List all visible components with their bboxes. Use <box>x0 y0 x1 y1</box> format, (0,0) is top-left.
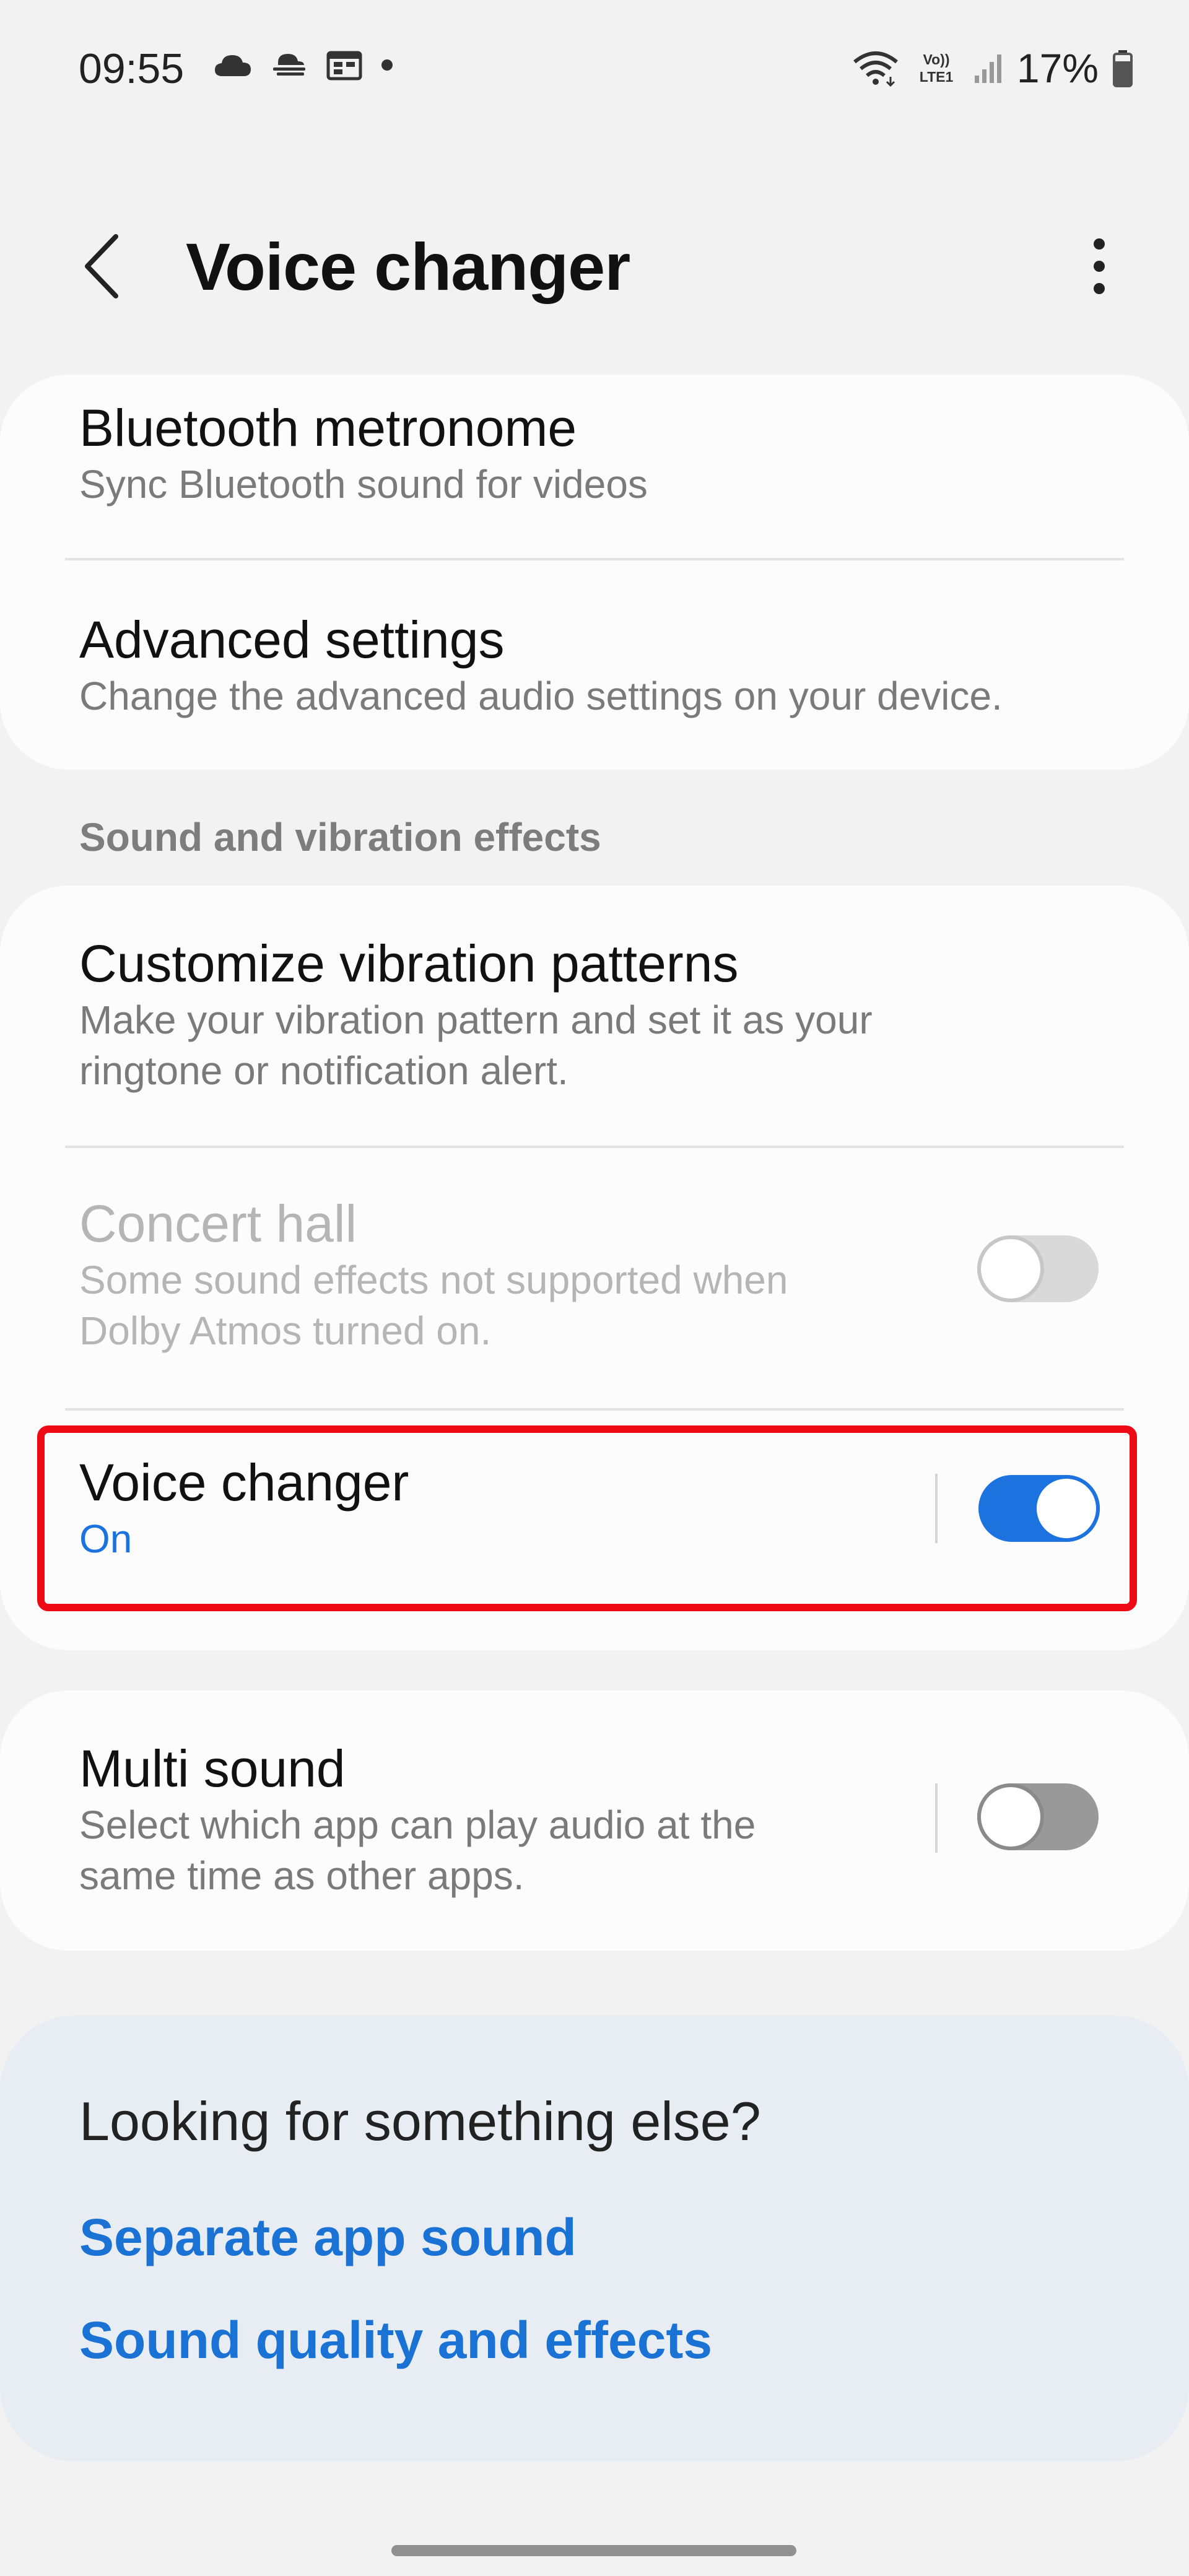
setting-advanced-settings[interactable]: Advanced settings Change the advanced au… <box>0 560 1189 770</box>
signal-icon <box>973 52 1003 84</box>
vertical-separator <box>935 1783 938 1853</box>
battery-icon <box>1112 49 1133 87</box>
setting-subtitle: Sync Bluetooth sound for videos <box>79 462 648 507</box>
page-title: Voice changer <box>186 229 630 304</box>
setting-title: Multi sound <box>79 1739 346 1798</box>
highlight-box <box>37 1425 1137 1611</box>
settings-card-general: Bluetooth metronome Sync Bluetooth sound… <box>0 375 1189 770</box>
link-sound-quality-effects[interactable]: Sound quality and effects <box>79 2310 712 2370</box>
calendar-icon <box>326 50 362 80</box>
setting-title: Customize vibration patterns <box>79 934 739 993</box>
weather-fog-icon <box>271 51 308 79</box>
setting-subtitle-line: Dolby Atmos turned on. <box>79 1308 492 1353</box>
setting-title: Bluetooth metronome <box>79 399 577 457</box>
status-icons-right: Vo)) LTE1 17% <box>852 45 1133 92</box>
concert-hall-toggle <box>977 1235 1099 1302</box>
setting-subtitle-line: Make your vibration pattern and set it a… <box>79 998 873 1042</box>
dot-icon <box>381 59 393 71</box>
settings-card-multi-sound: Multi sound Select which app can play au… <box>0 1690 1189 1951</box>
cloud-icon <box>214 53 252 77</box>
setting-subtitle: Change the advanced audio settings on yo… <box>79 674 1003 718</box>
link-separate-app-sound[interactable]: Separate app sound <box>79 2208 577 2268</box>
app-header: Voice changer <box>0 204 1189 328</box>
back-button[interactable] <box>73 229 129 303</box>
status-time: 09:55 <box>79 45 185 92</box>
suggestions-title: Looking for something else? <box>79 2091 761 2152</box>
status-bar: 09:55 Vo)) LTE1 17% <box>0 0 1189 142</box>
battery-percent: 17% <box>1016 45 1099 91</box>
setting-subtitle-line: ringtone or notification alert. <box>79 1048 568 1093</box>
setting-subtitle-line: Select which app can play audio at the <box>79 1803 756 1847</box>
back-arrow-icon <box>82 234 120 298</box>
more-options-button[interactable] <box>1071 229 1127 303</box>
setting-subtitle-line: Some sound effects not supported when <box>79 1258 788 1302</box>
volte-label-bottom: LTE1 <box>920 69 954 85</box>
toggle-knob <box>977 1235 1044 1302</box>
suggestions-card: Looking for something else? Separate app… <box>0 2016 1189 2461</box>
volte-icon: Vo)) LTE1 <box>913 50 960 87</box>
setting-customize-vibration[interactable]: Customize vibration patterns Make your v… <box>0 886 1189 1146</box>
multi-sound-toggle[interactable] <box>977 1783 1099 1850</box>
navigation-handle[interactable] <box>391 2545 796 2556</box>
toggle-knob <box>977 1783 1044 1850</box>
setting-multi-sound[interactable]: Multi sound Select which app can play au… <box>0 1690 1189 1951</box>
wifi-icon <box>852 50 899 87</box>
setting-subtitle-line: same time as other apps. <box>79 1853 525 1898</box>
setting-title: Concert hall <box>79 1194 357 1253</box>
section-header: Sound and vibration effects <box>79 815 601 859</box>
volte-label-top: Vo)) <box>923 51 949 67</box>
status-icons-left <box>214 50 393 80</box>
setting-concert-hall: Concert hall Some sound effects not supp… <box>0 1148 1189 1408</box>
setting-bluetooth-metronome[interactable]: Bluetooth metronome Sync Bluetooth sound… <box>0 375 1189 560</box>
more-vertical-icon <box>1092 237 1107 296</box>
setting-title: Advanced settings <box>79 611 505 669</box>
